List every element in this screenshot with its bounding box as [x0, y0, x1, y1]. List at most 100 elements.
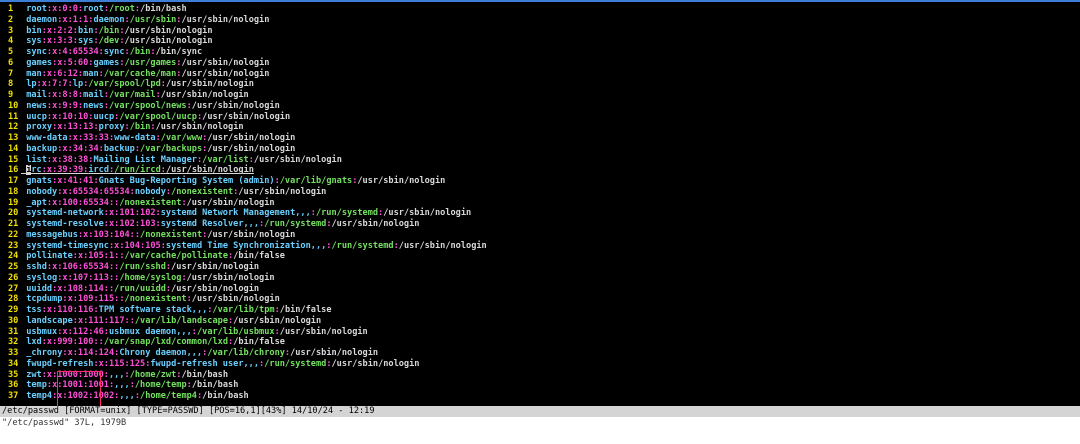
editor-line[interactable]: 4 sys:x:3:3:sys:/dev:/usr/sbin/nologin: [0, 36, 1080, 47]
passwd-username: fwupd-refresh: [26, 358, 94, 369]
editor-line[interactable]: 14 backup:x:34:34:backup:/var/backups:/u…: [0, 144, 1080, 155]
passwd-home-dir: /var/www: [160, 133, 203, 143]
passwd-uid-gid: :x:108:114:: [52, 283, 109, 294]
editor-line[interactable]: 9 mail:x:8:8:mail:/var/mail:/usr/sbin/no…: [0, 90, 1080, 101]
editor-line[interactable]: 35 zwt:x:1000:1000:,,,:/home/zwt:/bin/ba…: [0, 370, 1080, 381]
editor-line[interactable]: 37 temp4:x:1002:1002:,,,:/home/temp4:/bi…: [0, 391, 1080, 402]
line-number: 11: [8, 111, 19, 122]
passwd-home-dir: /var/list: [202, 154, 249, 165]
editor-line[interactable]: 23 systemd-timesync:x:104:105:systemd Ti…: [0, 241, 1080, 252]
editor-line[interactable]: 36 temp:x:1001:1001:,,,:/home/temp:/bin/…: [0, 380, 1080, 391]
line-number: 6: [8, 57, 14, 68]
passwd-uid-gid: :x:110:116:: [41, 305, 99, 315]
passwd-home-dir: /var/cache/pollinate: [124, 251, 229, 262]
editor-line[interactable]: 12 proxy:x:13:13:proxy:/bin:/usr/sbin/no…: [0, 122, 1080, 133]
passwd-username: www-data: [26, 133, 68, 143]
passwd-home-dir: /var/spool/uucp: [119, 111, 197, 122]
passwd-uid-gid: :x:1000:1000:: [41, 369, 109, 380]
line-number: 14: [8, 143, 19, 154]
editor-line[interactable]: 22 messagebus:x:103:104::/nonexistent:/u…: [0, 230, 1080, 241]
passwd-home-dir: /run/systemd: [264, 358, 327, 369]
editor-line[interactable]: 27 uuidd:x:108:114::/run/uuidd:/usr/sbin…: [0, 284, 1080, 295]
passwd-shell: /bin/bash: [140, 4, 187, 14]
passwd-username: _chrony: [26, 348, 63, 358]
editor-line[interactable]: 24 pollinate:x:105:1::/var/cache/pollina…: [0, 251, 1080, 262]
editor-line[interactable]: 20 systemd-network:x:101:102:systemd Net…: [0, 208, 1080, 219]
passwd-uid-gid: :x:6:12:: [41, 68, 84, 79]
passwd-gecos: games: [93, 57, 120, 68]
passwd-shell: /usr/sbin/nologin: [171, 283, 260, 294]
passwd-home-dir: /run/uuidd: [114, 283, 166, 294]
passwd-username: gnats: [26, 176, 53, 186]
passwd-username: tss: [26, 305, 42, 315]
line-number: 20: [8, 208, 19, 219]
passwd-gecos: ircd: [88, 165, 110, 176]
passwd-username: daemon: [26, 14, 58, 25]
line-number: 8: [8, 79, 14, 90]
editor-line[interactable]: 11 uucp:x:10:10:uucp:/var/spool/uucp:/us…: [0, 112, 1080, 123]
passwd-uid-gid: :x:107:113:: [57, 272, 115, 283]
editor-line[interactable]: 8 lp:x:7:7:lp:/var/spool/lpd:/usr/sbin/n…: [0, 79, 1080, 90]
editor-line[interactable]: 17 gnats:x:41:41:Gnats Bug-Reporting Sys…: [0, 176, 1080, 187]
line-number: 35: [8, 369, 19, 380]
vim-editor-buffer[interactable]: 1 root:x:0:0:root:/root:/bin/bash 2 daemo…: [0, 0, 1080, 406]
line-number: 4: [8, 36, 14, 47]
vim-command-line[interactable]: "/etc/passwd" 37L, 1979B: [0, 417, 1080, 429]
passwd-gecos: sync: [103, 47, 125, 57]
passwd-shell: /usr/sbin/nologin: [124, 36, 213, 47]
passwd-uid-gid: :x:101:102:: [103, 208, 161, 219]
editor-line[interactable]: 34 fwupd-refresh:x:115:125:fwupd-refresh…: [0, 359, 1080, 370]
passwd-home-dir: /run/systemd: [331, 240, 394, 251]
passwd-home-dir: /var/lib/tpm: [212, 305, 275, 315]
passwd-home-dir: /var/cache/man: [103, 68, 177, 79]
passwd-home-dir: /root: [109, 4, 135, 14]
editor-line[interactable]: 25 sshd:x:106:65534::/run/sshd:/usr/sbin…: [0, 262, 1080, 273]
editor-line[interactable]: 15 list:x:38:38:Mailing List Manager:/va…: [0, 155, 1080, 166]
passwd-gecos: mail: [83, 90, 104, 100]
passwd-gecos: ,,,: [108, 369, 125, 380]
editor-line[interactable]: 3 bin:x:2:2:bin:/bin:/usr/sbin/nologin: [0, 26, 1080, 37]
editor-line[interactable]: 32 lxd:x:999:100::/var/snap/lxd/common/l…: [0, 337, 1080, 348]
editor-line[interactable]: 21 systemd-resolve:x:102:103:systemd Res…: [0, 219, 1080, 230]
editor-line[interactable]: 19 _apt:x:100:65534::/nonexistent:/usr/s…: [0, 198, 1080, 209]
passwd-username: mail: [26, 90, 47, 100]
line-number: 30: [8, 315, 19, 326]
passwd-username: games: [26, 57, 53, 68]
editor-line[interactable]: 6 games:x:5:60:games:/usr/games:/usr/sbi…: [0, 58, 1080, 69]
passwd-home-dir: /run/sshd: [119, 262, 166, 272]
editor-line[interactable]: 18 nobody:x:65534:65534:nobody:/nonexist…: [0, 187, 1080, 198]
editor-line[interactable]: 2 daemon:x:1:1:daemon:/usr/sbin:/usr/sbi…: [0, 15, 1080, 26]
editor-line[interactable]: 5 sync:x:4:65534:sync:/bin:/bin/sync: [0, 47, 1080, 58]
passwd-username: systemd-resolve: [26, 219, 104, 229]
passwd-uid-gid: :x:10:10:: [46, 111, 94, 122]
line-number: 36: [8, 380, 19, 391]
passwd-home-dir: /var/backups: [140, 143, 203, 154]
passwd-uid-gid: :x:33:33:: [67, 133, 115, 143]
passwd-username: syslog: [26, 272, 58, 283]
passwd-gecos: sys: [77, 36, 94, 47]
terminal-window: 1 root:x:0:0:root:/root:/bin/bash 2 daemo…: [0, 0, 1080, 444]
editor-line[interactable]: 29 tss:x:110:116:TPM software stack,,,:/…: [0, 305, 1080, 316]
editor-line[interactable]: 33 _chrony:x:114:124:Chrony daemon,,,:/v…: [0, 348, 1080, 359]
passwd-home-dir: /var/snap/lxd/common/lxd: [103, 337, 229, 348]
editor-line[interactable]: 26 syslog:x:107:113::/home/syslog:/usr/s…: [0, 273, 1080, 284]
passwd-username: pollinate: [26, 251, 73, 262]
passwd-home-dir: /run/systemd: [315, 208, 379, 219]
passwd-shell: /bin/false: [279, 305, 332, 315]
editor-line[interactable]: 7 man:x:6:12:man:/var/cache/man:/usr/sbi…: [0, 69, 1080, 80]
passwd-uid-gid: :x:41:41:: [52, 176, 99, 186]
editor-line[interactable]: 13 www-data:x:33:33:www-data:/var/www:/u…: [0, 133, 1080, 144]
passwd-shell: /usr/sbin/nologin: [186, 272, 275, 283]
editor-line[interactable]: 28 tcpdump:x:109:115::/nonexistent:/usr/…: [0, 294, 1080, 305]
editor-line[interactable]: 30 landscape:x:111:117::/var/lib/landsca…: [0, 316, 1080, 327]
editor-line[interactable]: 1 root:x:0:0:root:/root:/bin/bash: [0, 4, 1080, 15]
passwd-home-dir: /run/ircd: [114, 165, 161, 176]
editor-line[interactable]: 31 usbmux:x:112:46:usbmux daemon,,,:/var…: [0, 327, 1080, 338]
text-cursor: i: [26, 165, 32, 176]
editor-line[interactable]: 10 news:x:9:9:news:/var/spool/news:/usr/…: [0, 101, 1080, 112]
passwd-username: sync: [26, 47, 47, 57]
passwd-home-dir: /nonexistent: [171, 186, 234, 197]
line-number: 1: [8, 4, 14, 14]
passwd-shell: /usr/sbin/nologin: [171, 262, 260, 272]
editor-line[interactable]: 16 irc:x:39:39:ircd:/run/ircd:/usr/sbin/…: [0, 165, 1080, 176]
